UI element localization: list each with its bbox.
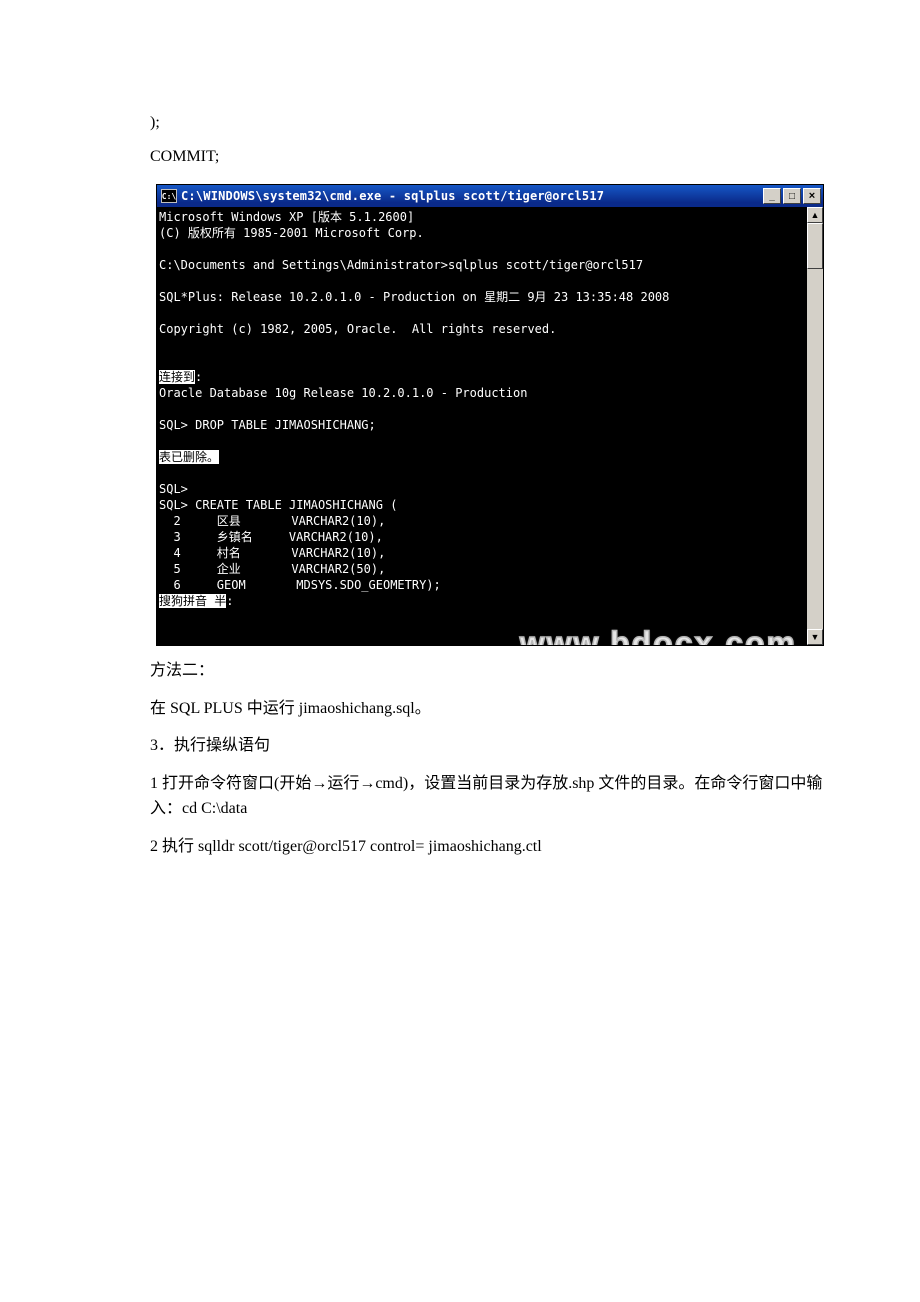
terminal-body[interactable]: Microsoft Windows XP [版本 5.1.2600] (C) 版… bbox=[157, 207, 807, 645]
scrollbar[interactable]: ▲ ▼ bbox=[807, 207, 823, 645]
maximize-button[interactable]: □ bbox=[783, 188, 801, 204]
watermark: www.bdocx.com bbox=[520, 635, 797, 645]
titlebar-left: C:\ C:\WINDOWS\system32\cmd.exe - sqlplu… bbox=[161, 189, 604, 203]
minimize-button[interactable]: _ bbox=[763, 188, 781, 204]
terminal-body-wrap: Microsoft Windows XP [版本 5.1.2600] (C) 版… bbox=[157, 207, 823, 645]
scrollbar-thumb[interactable] bbox=[807, 223, 823, 269]
document-content: ); COMMIT; C:\ C:\WINDOWS\system32\cmd.e… bbox=[0, 0, 920, 860]
scrollbar-track[interactable] bbox=[807, 223, 823, 629]
para-step3: 3．执行操纵语句 bbox=[150, 733, 842, 759]
terminal-titlebar[interactable]: C:\ C:\WINDOWS\system32\cmd.exe - sqlplu… bbox=[157, 185, 823, 207]
scroll-down-button[interactable]: ▼ bbox=[807, 629, 823, 645]
code-paren: ); bbox=[150, 114, 842, 132]
highlight-ime: 搜狗拼音 半 bbox=[159, 594, 226, 608]
para-cd: 1 打开命令符窗口(开始→运行→cmd)，设置当前目录为存放.shp 文件的目录… bbox=[150, 771, 842, 822]
code-commit: COMMIT; bbox=[150, 148, 842, 166]
highlight-connected: 连接到 bbox=[159, 370, 195, 384]
cmd-icon: C:\ bbox=[161, 189, 177, 203]
window-title: C:\WINDOWS\system32\cmd.exe - sqlplus sc… bbox=[181, 189, 604, 203]
terminal-window: C:\ C:\WINDOWS\system32\cmd.exe - sqlplu… bbox=[156, 184, 824, 646]
para-sqlldr: 2 执行 sqlldr scott/tiger@orcl517 control=… bbox=[150, 834, 842, 860]
close-button[interactable]: × bbox=[803, 188, 821, 204]
highlight-dropped: 表已删除。 bbox=[159, 450, 219, 464]
window-controls: _ □ × bbox=[763, 188, 821, 204]
para-run-sql: 在 SQL PLUS 中运行 jimaoshichang.sql。 bbox=[150, 696, 842, 722]
scroll-up-button[interactable]: ▲ bbox=[807, 207, 823, 223]
para-method2: 方法二： bbox=[150, 658, 842, 684]
